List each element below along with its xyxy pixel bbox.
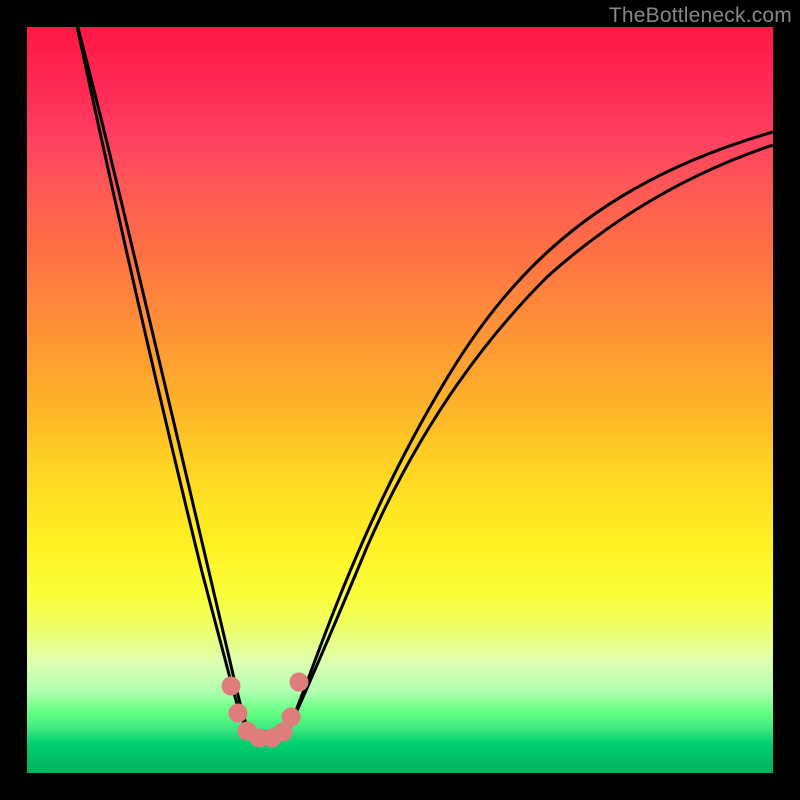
watermark-text: TheBottleneck.com	[609, 4, 792, 28]
highlight-group	[222, 673, 308, 747]
curve-right-branch	[287, 145, 773, 733]
chart-frame	[27, 27, 773, 773]
bottleneck-curve	[75, 27, 773, 732]
chart-curve-svg	[27, 27, 773, 773]
